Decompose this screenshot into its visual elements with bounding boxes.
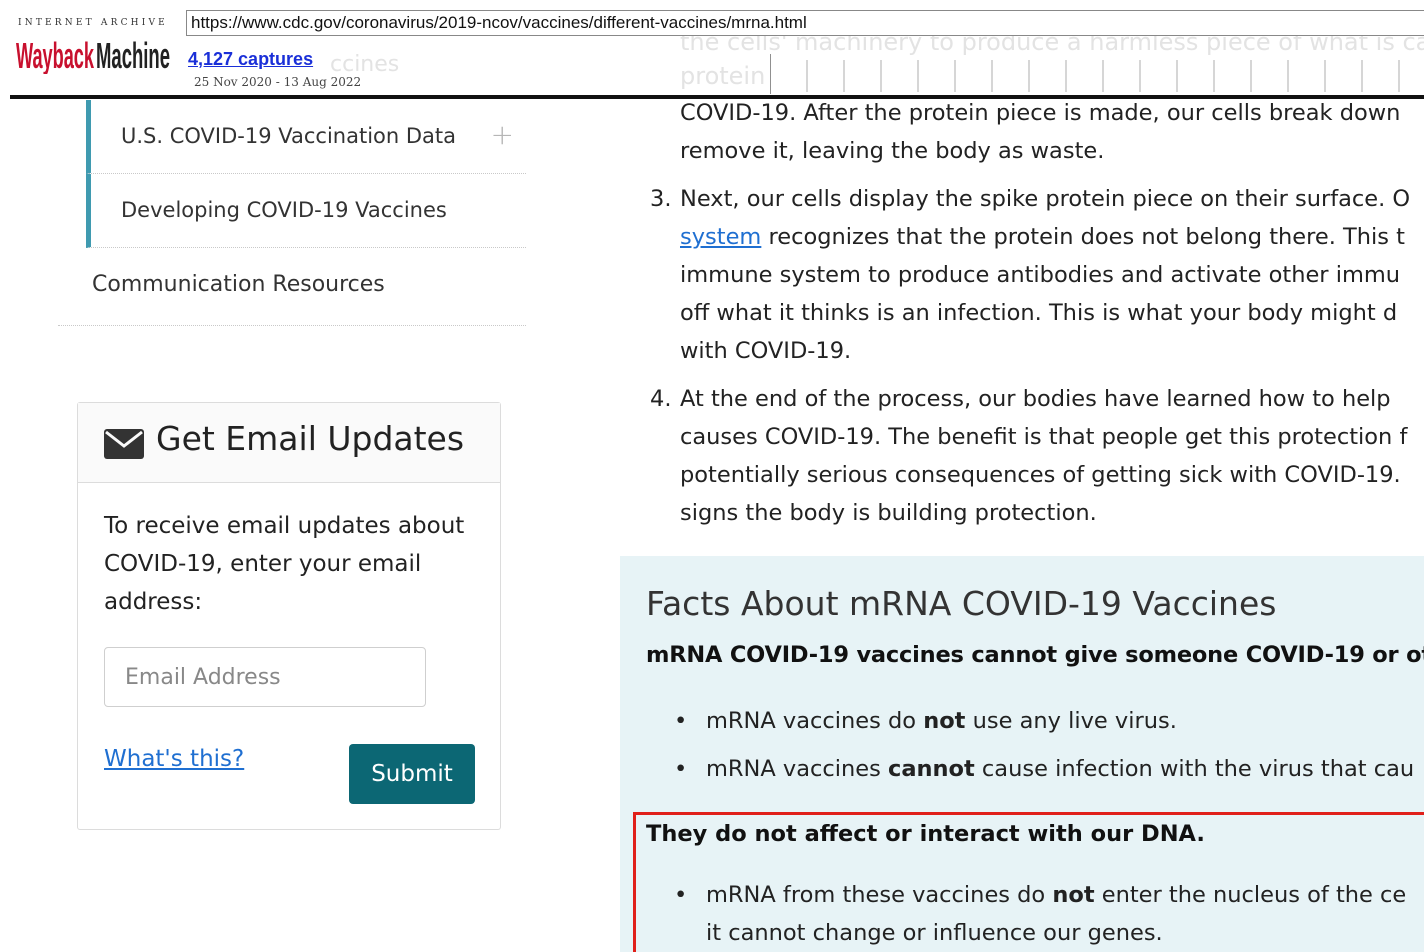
fact-bullet-text-end: cause infection with the virus that cau [974, 756, 1415, 782]
ghost-text-vaccines: ccines [330, 52, 400, 77]
dna-highlight-title: They do not affect or interact with our … [646, 821, 1205, 847]
internet-archive-label: INTERNET ARCHIVE [18, 18, 168, 28]
fact-bullet-text: mRNA vaccines [706, 756, 888, 782]
facts-subtitle: mRNA COVID-19 vaccines cannot give someo… [646, 642, 1424, 668]
fact-bullet-bold: not [923, 708, 966, 734]
nav-item-vaccination-data[interactable]: U.S. COVID-19 Vaccination Data + [86, 100, 526, 174]
fact-bullet-text: mRNA vaccines do [706, 708, 924, 734]
expand-plus-icon[interactable]: + [491, 118, 514, 151]
email-updates-card: Get Email Updates To receive email updat… [77, 402, 501, 830]
capture-date-range: 25 Nov 2020 - 13 Aug 2022 [194, 75, 362, 89]
wayback-machine-logo[interactable]: Wayback Machine [16, 34, 172, 74]
step4-line3: potentially serious consequences of gett… [680, 462, 1401, 488]
step3-line5: with COVID-19. [680, 338, 852, 364]
step3-line3: immune system to produce antibodies and … [680, 262, 1401, 288]
machine-logo-word: Machine [96, 35, 170, 74]
envelope-icon [104, 429, 144, 459]
step2-line2: remove it, leaving the body as waste. [680, 138, 1105, 164]
nav-item-vaccination-data-label: U.S. COVID-19 Vaccination Data [121, 124, 457, 148]
step4-line4: signs the body is building protection. [680, 500, 1097, 526]
step4-text: At the end of the process, our bodies ha… [680, 386, 1391, 412]
step3-text: Next, our cells display the spike protei… [680, 186, 1411, 212]
nav-item-communication-resources-label: Communication Resources [92, 272, 385, 297]
email-card-description: To receive email updates about COVID-19,… [104, 513, 465, 615]
step4-line2: causes COVID-19. The benefit is that peo… [680, 424, 1408, 450]
fact-bullet-live-virus: mRNA vaccines do not use any live virus. [674, 708, 1177, 734]
capture-sparkline[interactable] [770, 54, 1424, 94]
email-card-header: Get Email Updates [78, 403, 500, 483]
step3-line1: 3. Next, our cells display the spike pro… [650, 180, 1411, 218]
dna-highlight-box: They do not affect or interact with our … [633, 812, 1424, 952]
fact-bullet-text-end: use any live virus. [965, 708, 1177, 734]
captures-link[interactable]: 4,127 captures [188, 49, 313, 70]
step4-number: 4. [650, 386, 672, 412]
ghost-text-line2: protein [680, 62, 766, 90]
submit-button[interactable]: Submit [349, 744, 475, 804]
nav-item-developing-vaccines[interactable]: Developing COVID-19 Vaccines [86, 174, 526, 248]
nav-item-developing-vaccines-label: Developing COVID-19 Vaccines [121, 198, 447, 222]
email-address-input[interactable] [104, 647, 426, 707]
wayback-logo-word: Wayback [16, 35, 94, 74]
nav-item-communication-resources[interactable]: Communication Resources [58, 250, 526, 326]
facts-title: Facts About mRNA COVID-19 Vaccines [646, 584, 1277, 623]
toolbar-divider [10, 95, 1424, 99]
immune-system-link[interactable]: system [680, 224, 761, 250]
wayback-toolbar: ccines the cells' machinery to produce a… [0, 0, 1424, 99]
step4-line1: 4. At the end of the process, our bodies… [650, 380, 1391, 418]
whats-this-link[interactable]: What's this? [104, 746, 244, 772]
fact-bullet-infection: mRNA vaccines cannot cause infection wit… [674, 756, 1415, 782]
step3-line4: off what it thinks is an infection. This… [680, 300, 1398, 326]
email-card-title: Get Email Updates [156, 419, 465, 458]
fact-bullet-bold: cannot [888, 756, 975, 782]
step3-line2-text: recognizes that the protein does not bel… [761, 224, 1405, 250]
step3-line2: system recognizes that the protein does … [680, 218, 1405, 256]
wayback-url-input[interactable]: https://www.cdc.gov/coronavirus/2019-nco… [186, 10, 1424, 36]
step2-line1: COVID-19. After the protein piece is mad… [680, 100, 1401, 126]
step3-number: 3. [650, 186, 672, 212]
